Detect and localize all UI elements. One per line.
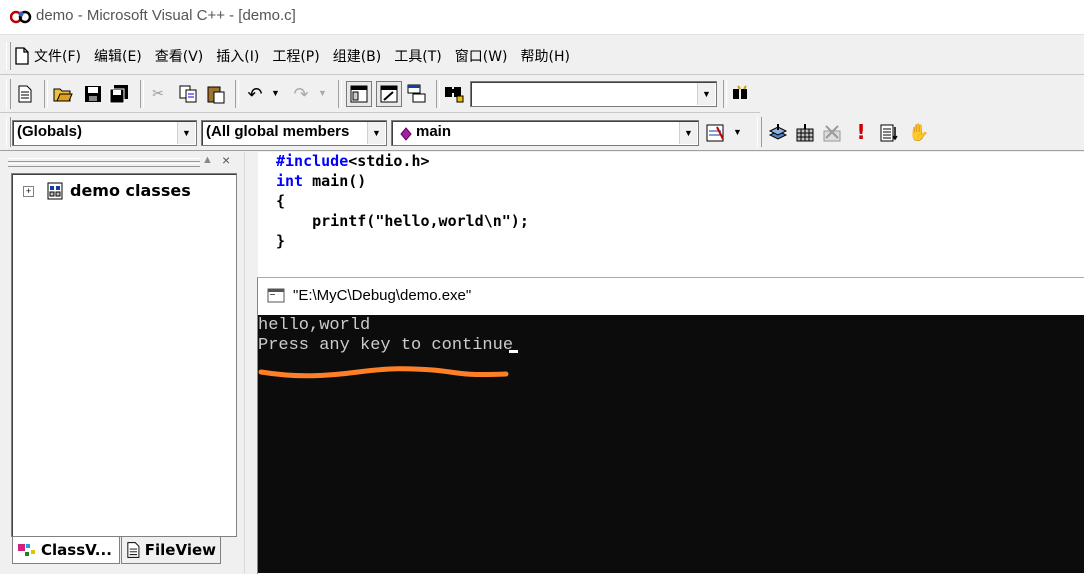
tree-root-label[interactable]: demo classes <box>70 181 191 200</box>
undo-icon[interactable]: ↶ <box>244 83 266 105</box>
maximize-panel-icon[interactable]: ▲ <box>202 154 213 166</box>
toolbar-separator <box>338 80 342 108</box>
cut-icon[interactable]: ✂ <box>147 83 169 105</box>
wizard-dropdown-icon[interactable]: ▼ <box>733 127 742 137</box>
paste-icon[interactable] <box>205 83 227 105</box>
window-title: demo - Microsoft Visual C++ - [demo.c] <box>36 7 296 24</box>
close-panel-icon[interactable]: × <box>222 152 230 168</box>
classes-icon <box>47 182 63 200</box>
wizard-action-icon[interactable] <box>704 122 726 144</box>
menu-window[interactable]: 窗口(W) <box>455 46 508 66</box>
chevron-down-icon[interactable]: ▼ <box>177 122 195 144</box>
visual-cpp-icon <box>10 10 32 24</box>
code-line-4[interactable]: printf("hello,world\n"); <box>276 212 529 230</box>
chevron-down-icon[interactable]: ▼ <box>679 122 697 144</box>
output-window-icon[interactable] <box>376 81 402 107</box>
class-combo-value: (Globals) <box>17 123 83 140</box>
chevron-down-icon[interactable]: ▼ <box>697 83 715 105</box>
redo-icon[interactable]: ↷ <box>290 83 312 105</box>
redo-dropdown-icon[interactable]: ▼ <box>318 88 327 98</box>
tab-fileview[interactable]: FileView <box>121 536 221 564</box>
menu-file[interactable]: 文件(F) <box>34 46 81 66</box>
toolbar-separator <box>140 80 144 108</box>
undo-dropdown-icon[interactable]: ▼ <box>271 88 280 98</box>
function-icon <box>400 127 412 141</box>
workspace-toggle-icon[interactable] <box>346 81 372 107</box>
menu-help[interactable]: 帮助(H) <box>521 46 570 66</box>
open-icon[interactable] <box>52 83 74 105</box>
menu-insert[interactable]: 插入(I) <box>216 46 259 66</box>
menu-view[interactable]: 查看(V) <box>155 46 204 66</box>
menu-edit[interactable]: 编辑(E) <box>94 46 142 66</box>
compile-icon[interactable] <box>767 122 789 144</box>
member-combo[interactable]: main ▼ <box>391 120 699 146</box>
workspace-grip-2[interactable] <box>8 163 200 167</box>
menu-bar: 文件(F) 编辑(E) 查看(V) 插入(I) 工程(P) 组建(B) 工具(T… <box>34 46 583 66</box>
filter-combo[interactable]: (All global members ▼ <box>201 120 387 146</box>
toolbar-bottom-line <box>0 150 1084 151</box>
save-all-icon[interactable] <box>108 83 130 105</box>
find-icon[interactable] <box>731 83 753 105</box>
menu-project[interactable]: 工程(P) <box>272 46 319 66</box>
find-in-files-icon[interactable] <box>443 83 465 105</box>
console-title: "E:\MyC\Debug\demo.exe" <box>293 287 472 304</box>
tab-classview-label: ClassV... <box>41 541 112 559</box>
execute-icon[interactable]: ! <box>850 120 872 144</box>
menubar-grip[interactable] <box>6 42 11 70</box>
document-icon <box>15 47 29 65</box>
window-list-icon[interactable] <box>406 83 428 105</box>
console-line-2: Press any key to continue <box>258 336 514 355</box>
toolbar-separator <box>436 80 440 108</box>
stop-build-icon[interactable] <box>821 122 843 144</box>
fileview-icon <box>127 542 140 558</box>
workspace-grip-1[interactable] <box>8 158 200 162</box>
filter-combo-value: (All global members <box>206 123 350 140</box>
expand-icon[interactable]: + <box>23 186 34 197</box>
toolbar-separator <box>235 80 239 108</box>
console-cursor <box>509 350 518 353</box>
breakpoint-hand-icon[interactable]: ✋ <box>908 122 930 144</box>
build-icon[interactable] <box>794 122 816 144</box>
include-target: <stdio.h> <box>348 152 430 170</box>
toolbar-separator <box>44 80 48 108</box>
member-combo-value: main <box>416 123 452 140</box>
code-line-1[interactable]: #include<stdio.h> <box>276 152 430 170</box>
keyword-int: int <box>276 172 304 190</box>
toolbar-separator <box>723 80 727 108</box>
class-tree[interactable] <box>11 173 237 537</box>
menu-separator <box>0 74 1084 75</box>
tab-classview[interactable]: ClassV... <box>12 537 120 564</box>
buildbar-grip[interactable] <box>757 117 762 147</box>
copy-icon[interactable] <box>177 83 199 105</box>
toolbar-grip[interactable] <box>6 79 11 109</box>
menu-build[interactable]: 组建(B) <box>333 46 382 66</box>
menu-tools[interactable]: 工具(T) <box>394 46 441 66</box>
main-signature: main() <box>303 172 367 190</box>
code-line-5[interactable]: } <box>276 232 285 250</box>
new-text-file-icon[interactable] <box>14 83 36 105</box>
find-combo[interactable]: ▼ <box>470 81 717 107</box>
underline-annotation <box>258 366 509 379</box>
code-line-2[interactable]: int main() <box>276 172 366 190</box>
wizardbar-grip[interactable] <box>6 117 11 147</box>
toolbar-separator-line <box>0 112 760 113</box>
code-line-3[interactable]: { <box>276 192 285 210</box>
console-line-1: hello,world <box>258 316 371 335</box>
console-icon <box>267 288 285 303</box>
tab-fileview-label: FileView <box>144 541 216 559</box>
chevron-down-icon[interactable]: ▼ <box>367 122 385 144</box>
save-icon[interactable] <box>82 83 104 105</box>
class-combo[interactable]: (Globals) ▼ <box>12 120 197 146</box>
go-icon[interactable] <box>878 122 900 144</box>
classview-icon <box>18 544 35 556</box>
keyword-include: #include <box>276 152 349 170</box>
